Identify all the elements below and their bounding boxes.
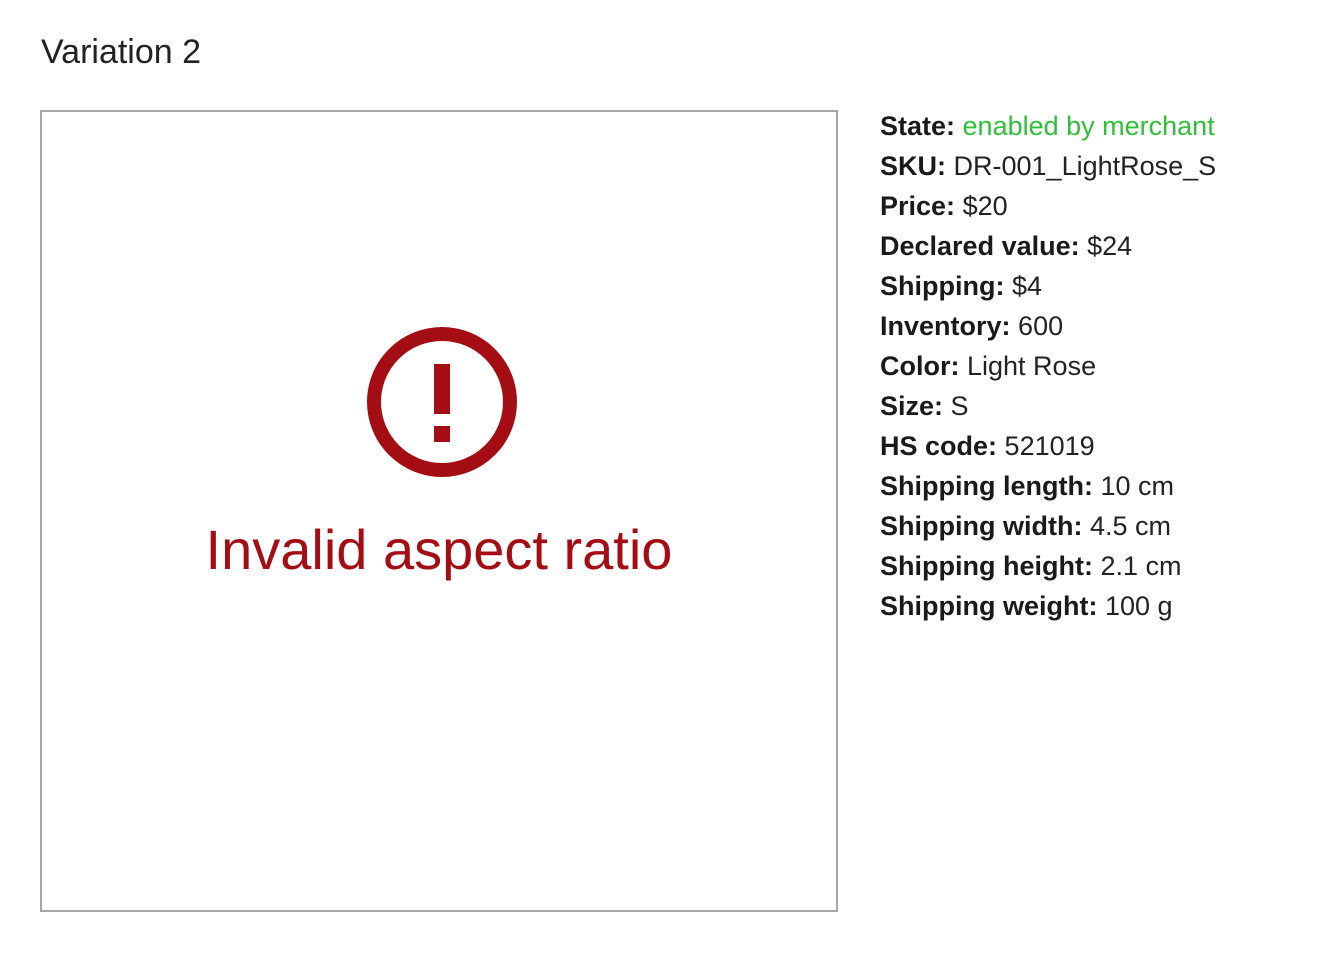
detail-shipping-width: Shipping width: 4.5 cm <box>880 506 1320 546</box>
detail-price: Price: $20 <box>880 186 1320 226</box>
detail-label: HS code: <box>880 431 998 461</box>
shipping-length-value: 10 cm <box>1100 471 1175 501</box>
detail-color: Color: Light Rose <box>880 346 1320 386</box>
detail-label: Price: <box>880 191 956 221</box>
variation-image-panel: Invalid aspect ratio <box>40 110 838 912</box>
size-value: S <box>950 391 969 421</box>
detail-inventory: Inventory: 600 <box>880 306 1320 346</box>
detail-declared-value: Declared value: $24 <box>880 226 1320 266</box>
detail-label: Declared value: <box>880 231 1080 261</box>
shipping-height-value: 2.1 cm <box>1100 551 1182 581</box>
variation-title: Variation 2 <box>41 33 202 71</box>
detail-label: State: <box>880 111 956 141</box>
declared-value-value: $24 <box>1087 231 1133 261</box>
state-value: enabled by merchant <box>962 111 1215 141</box>
sku-value: DR-001_LightRose_S <box>953 151 1217 181</box>
detail-sku: SKU: DR-001_LightRose_S <box>880 146 1320 186</box>
detail-shipping: Shipping: $4 <box>880 266 1320 306</box>
variation-details-list: State: enabled by merchant SKU: DR-001_L… <box>880 106 1320 626</box>
inventory-value: 600 <box>1018 311 1064 341</box>
error-circle-exclamation-icon <box>367 327 517 477</box>
detail-state: State: enabled by merchant <box>880 106 1320 146</box>
detail-label: Shipping weight: <box>880 591 1098 621</box>
detail-size: Size: S <box>880 386 1320 426</box>
detail-label: Inventory: <box>880 311 1011 341</box>
detail-shipping-length: Shipping length: 10 cm <box>880 466 1320 506</box>
detail-label: Size: <box>880 391 944 421</box>
shipping-value: $4 <box>1011 271 1043 301</box>
price-value: $20 <box>962 191 1008 221</box>
detail-hs-code: HS code: 521019 <box>880 426 1320 466</box>
detail-label: Shipping length: <box>880 471 1093 501</box>
detail-label: SKU: <box>880 151 946 181</box>
detail-label: Shipping: <box>880 271 1005 301</box>
detail-shipping-height: Shipping height: 2.1 cm <box>880 546 1320 586</box>
shipping-weight-value: 100 g <box>1104 591 1173 621</box>
detail-label: Shipping width: <box>880 511 1083 541</box>
invalid-aspect-ratio-message: Invalid aspect ratio <box>205 518 673 581</box>
color-value: Light Rose <box>967 351 1097 381</box>
detail-label: Shipping height: <box>880 551 1093 581</box>
hs-code-value: 521019 <box>1004 431 1095 461</box>
shipping-width-value: 4.5 cm <box>1089 511 1171 541</box>
detail-shipping-weight: Shipping weight: 100 g <box>880 586 1320 626</box>
detail-label: Color: <box>880 351 960 381</box>
